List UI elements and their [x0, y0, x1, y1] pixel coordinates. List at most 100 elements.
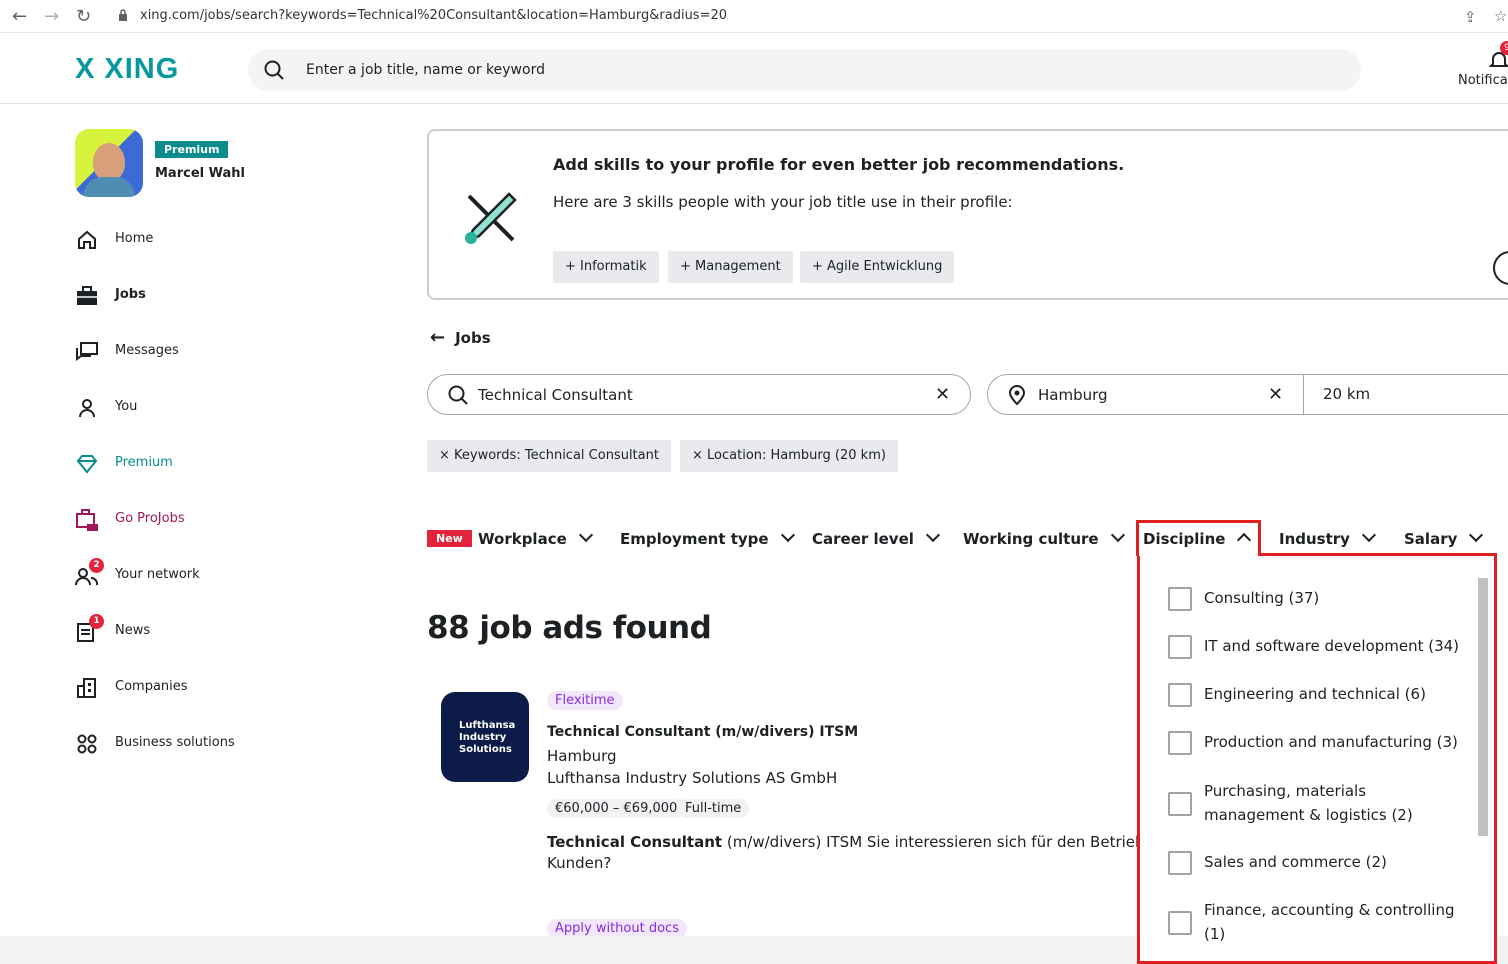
chevron-down-icon	[1110, 527, 1125, 543]
sidebar-item-messages[interactable]: Messages	[75, 340, 375, 364]
sidebar-item-premium[interactable]: Premium	[75, 452, 375, 476]
clear-keyword-icon[interactable]: ✕	[935, 384, 950, 405]
back-arrow-icon: ←	[430, 327, 446, 348]
global-search-input[interactable]	[306, 49, 1206, 91]
job-title-link[interactable]: Technical Consultant (m/w/divers) ITSM	[547, 724, 858, 740]
avatar[interactable]	[75, 129, 143, 197]
sidebar-item-business-solutions[interactable]: Business solutions	[75, 732, 375, 756]
grid-icon	[77, 734, 97, 754]
sidebar-item-network[interactable]: 2 Your network	[75, 558, 375, 588]
premium-badge: Premium	[155, 141, 229, 158]
bookmark-star-icon[interactable]: ☆	[1494, 7, 1507, 25]
flexitime-badge: Flexitime	[547, 691, 623, 710]
location-input[interactable]	[1038, 375, 1238, 414]
clear-location-icon[interactable]: ✕	[1268, 384, 1283, 405]
sidebar-item-label: Companies	[115, 679, 188, 694]
sidebar-item-you[interactable]: You	[75, 396, 375, 420]
lock-icon	[119, 9, 127, 21]
option-label: Sales and commerce (2)	[1204, 853, 1387, 871]
carousel-next-button[interactable]	[1493, 251, 1508, 285]
sidebar-item-label: Home	[115, 231, 154, 246]
xing-logo[interactable]: X XING	[75, 53, 179, 86]
filter-workplace[interactable]: Workplace	[478, 527, 593, 548]
sidebar-item-label: News	[115, 623, 151, 638]
keyword-filter-tag[interactable]: × Keywords: Technical Consultant	[427, 440, 671, 472]
chevron-down-icon	[1361, 527, 1377, 543]
home-icon	[78, 230, 96, 249]
back-to-jobs-link[interactable]: ← Jobs	[430, 327, 491, 348]
browser-toolbar: ← → ↻ xing.com/jobs/search?keywords=Tech…	[0, 0, 1508, 33]
sidebar-item-companies[interactable]: Companies	[75, 676, 375, 700]
network-badge: 2	[89, 558, 104, 573]
keyword-field[interactable]: ✕	[427, 374, 971, 415]
desc-rest: (m/w/divers) ITSM Sie interessieren sich…	[722, 833, 1174, 851]
skill-chip[interactable]: + Informatik	[553, 251, 659, 283]
search-icon	[264, 60, 284, 80]
sidebar-item-label: Go ProJobs	[115, 511, 185, 526]
notifications-badge: 9	[1500, 41, 1508, 55]
checkbox[interactable]	[1168, 587, 1192, 611]
option-label: Production and manufacturing (3)	[1204, 733, 1458, 751]
address-bar[interactable]: xing.com/jobs/search?keywords=Technical%…	[140, 8, 727, 23]
chevron-down-icon	[925, 527, 940, 543]
chevron-down-icon	[780, 527, 795, 543]
projobs-icon	[76, 509, 98, 531]
checkbox[interactable]	[1168, 911, 1192, 935]
logo-text: Lufthansa Industry Solutions	[459, 720, 516, 755]
reload-icon[interactable]: ↻	[76, 6, 91, 27]
option-label: IT and software development (34)	[1204, 637, 1460, 655]
filter-working-culture[interactable]: Working culture	[963, 527, 1125, 548]
option-label: Purchasing, materials management & logis…	[1204, 782, 1413, 824]
sidebar-item-label: Your network	[115, 567, 200, 582]
radius-select[interactable]: 20 km	[1323, 385, 1370, 403]
keyword-input[interactable]	[478, 375, 918, 414]
sidebar-item-news[interactable]: 1 News	[75, 614, 375, 644]
back-arrow-icon[interactable]: ←	[12, 6, 27, 27]
filter-salary[interactable]: Salary	[1404, 527, 1484, 548]
desc-line2: Kunden?	[547, 854, 612, 872]
checkbox[interactable]	[1168, 851, 1192, 875]
share-icon[interactable]: ⇪	[1464, 8, 1477, 26]
sidebar-item-label: Jobs	[115, 287, 146, 302]
skills-promo-card: Add skills to your profile for even bett…	[427, 129, 1508, 300]
chevron-up-icon	[1237, 532, 1252, 548]
location-pin-icon	[1008, 385, 1026, 405]
filter-employment-type[interactable]: Employment type	[620, 527, 795, 548]
sidebar-item-home[interactable]: Home	[75, 228, 375, 252]
forward-arrow-icon[interactable]: →	[44, 6, 59, 27]
briefcase-icon	[77, 286, 97, 305]
sidebar-item-projobs[interactable]: Go ProJobs	[75, 508, 375, 532]
new-badge: New	[427, 530, 472, 547]
employment-type-badge: Full-time	[677, 799, 750, 818]
companies-icon	[77, 678, 96, 698]
tools-icon	[465, 192, 517, 244]
sidebar-item-jobs[interactable]: Jobs	[75, 284, 375, 308]
checkbox[interactable]	[1168, 792, 1192, 816]
filter-discipline-inner: Discipline	[1143, 530, 1252, 548]
skill-chip[interactable]: + Agile Entwicklung	[800, 251, 955, 283]
sidebar-item-label: Messages	[115, 343, 179, 358]
location-filter-tag[interactable]: × Location: Hamburg (20 km)	[680, 440, 898, 472]
sidebar-item-label: Premium	[115, 455, 173, 470]
chevron-down-icon	[578, 527, 593, 543]
filter-industry[interactable]: Industry	[1279, 527, 1377, 548]
company-logo[interactable]: Lufthansa Industry Solutions	[441, 692, 529, 782]
dropdown-scrollbar-thumb[interactable]	[1478, 578, 1488, 836]
user-name[interactable]: Marcel Wahl	[155, 166, 245, 181]
global-search[interactable]	[248, 49, 1361, 91]
option-label: Engineering and technical (6)	[1204, 685, 1426, 703]
filter-career-level[interactable]: Career level	[812, 527, 940, 548]
notifications-label: Notifica	[1458, 73, 1508, 88]
filter-label: Employment type	[620, 530, 769, 548]
checkbox[interactable]	[1168, 731, 1192, 755]
checkbox[interactable]	[1168, 635, 1192, 659]
job-location: Hamburg	[547, 747, 617, 765]
filter-discipline[interactable]: Discipline	[1136, 520, 1261, 556]
location-field[interactable]: ✕ 20 km	[987, 374, 1508, 415]
promo-title: Add skills to your profile for even bett…	[553, 155, 1125, 174]
diamond-icon	[76, 455, 98, 474]
checkbox[interactable]	[1168, 683, 1192, 707]
skill-chip[interactable]: + Management	[668, 251, 793, 283]
messages-icon	[76, 342, 98, 361]
search-icon	[448, 385, 468, 405]
